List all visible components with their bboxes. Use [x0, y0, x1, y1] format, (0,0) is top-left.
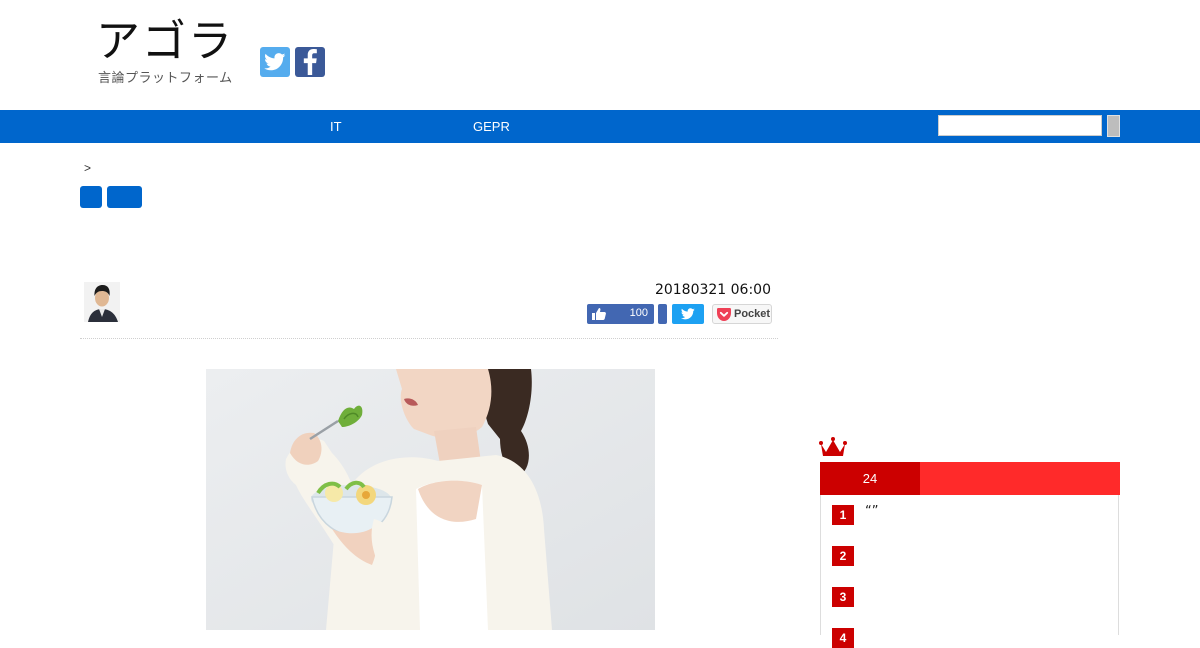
rank-number: 3 [832, 587, 854, 607]
facebook-share-button[interactable] [658, 304, 667, 324]
author-avatar[interactable] [84, 282, 120, 322]
rank-title[interactable]: “” [865, 505, 878, 519]
category-tag[interactable] [107, 186, 142, 208]
search-input[interactable] [938, 115, 1102, 136]
twitter-link[interactable] [260, 47, 290, 77]
rank-number: 1 [832, 505, 854, 525]
twitter-bird-icon [681, 308, 695, 320]
like-count: 100 [629, 307, 648, 319]
pocket-icon [717, 307, 731, 321]
site-logo[interactable]: アゴラ 言論プラットフォーム [96, 18, 246, 88]
logo-tagline: 言論プラットフォーム [98, 71, 233, 86]
category-tag[interactable] [80, 186, 102, 208]
facebook-like-button[interactable]: 100 [587, 304, 654, 324]
meta-divider [80, 338, 778, 339]
thumbs-up-icon [592, 308, 606, 320]
ranking-header: 24 [820, 462, 1120, 495]
pocket-label: Pocket [734, 308, 771, 320]
nav-item-gepr[interactable]: GEPR [473, 110, 510, 143]
ranking-tab-24h[interactable]: 24 [820, 462, 920, 495]
search-button[interactable] [1107, 115, 1120, 137]
twitter-bird-icon [264, 53, 286, 71]
post-date: 20180321 06:00 [654, 282, 771, 298]
nav-item-it[interactable]: IT [330, 110, 342, 143]
tweet-button[interactable] [672, 304, 704, 324]
facebook-link[interactable] [295, 47, 325, 77]
rank-number: 4 [832, 628, 854, 648]
rank-number: 2 [832, 546, 854, 566]
pocket-button[interactable]: Pocket [712, 304, 772, 324]
ranking-list: 1 “” 2 3 4 [820, 495, 1119, 648]
crown-icon [819, 436, 847, 458]
article-hero-image [206, 369, 655, 630]
breadcrumb: > [84, 161, 92, 175]
logo-title: アゴラ [96, 16, 234, 67]
facebook-f-icon [303, 49, 317, 75]
